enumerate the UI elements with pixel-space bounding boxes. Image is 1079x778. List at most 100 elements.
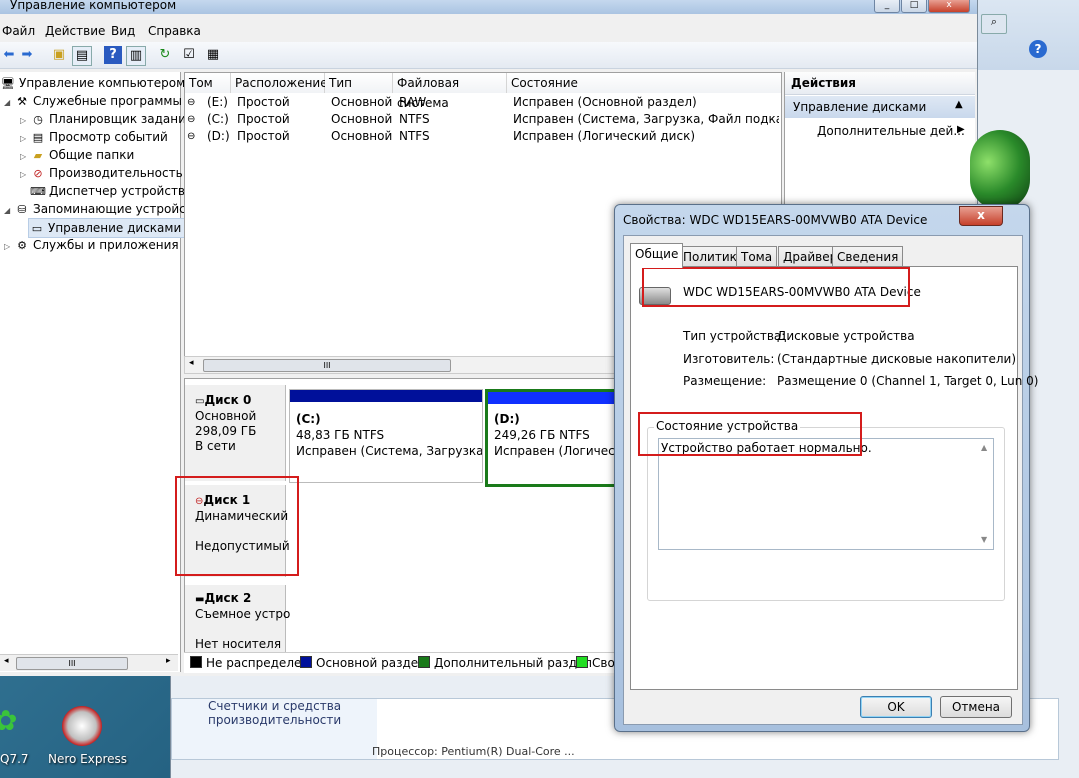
general-tab-page: WDC WD15EARS-00MVWB0 ATA Device Тип устр… (630, 266, 1038, 690)
disk-0-label[interactable]: ▭Диск 0 Основной 298,09 ГБ В сети (185, 385, 286, 481)
properties-icon[interactable]: ☑ (180, 46, 198, 64)
tab-general[interactable]: Общие (630, 243, 684, 268)
back-icon[interactable]: ⬅ (0, 46, 18, 64)
tab-volumes[interactable]: Тома (736, 246, 778, 267)
menu-help[interactable]: Справка (148, 24, 201, 38)
cell-layout: Простой (237, 95, 290, 109)
partition-c[interactable]: (C:) 48,83 ГБ NTFS Исправен (Система, За… (289, 389, 483, 483)
desktop-icon-label-nero[interactable]: Nero Express (48, 752, 127, 766)
background-link[interactable]: Счетчики и средства (208, 699, 341, 713)
menu-file[interactable]: Файл (2, 24, 35, 38)
column-header-status[interactable]: Состояние (507, 73, 781, 93)
export-icon[interactable]: ▦ (204, 46, 222, 64)
icq-icon[interactable]: ✿ (0, 700, 30, 740)
shared-folder-icon: ▰ (33, 148, 43, 162)
cell-volume: (C:) (207, 112, 229, 126)
cell-volume: (E:) (207, 95, 228, 109)
nero-express-icon[interactable] (62, 706, 102, 746)
expand-arrow-icon[interactable]: ▷ (4, 238, 14, 256)
search-icon[interactable]: ⌕ (981, 14, 1007, 34)
cell-filesystem: RAW (399, 95, 427, 109)
disk-2-label[interactable]: ▬Диск 2 Съемное устро Нет носителя (185, 585, 290, 657)
legend-label: Дополнительный раздел (434, 656, 592, 670)
help-icon[interactable]: ? (1029, 40, 1047, 58)
cell-layout: Простой (237, 129, 290, 143)
legend-swatch (300, 656, 312, 668)
partition-d[interactable]: (D:) 249,26 ГБ NTFS Исправен (Логически (485, 389, 631, 487)
cell-layout: Простой (237, 112, 290, 126)
table-row[interactable]: ⊖ (E:) Простой Основной RAW Исправен (Ос… (187, 94, 779, 111)
show-tree-icon[interactable]: ▤ (72, 46, 92, 66)
manufacturer-value: (Стандартные дисковые накопители) (777, 352, 1017, 366)
tree-item-services-apps[interactable]: ▷ ⚙ Службы и приложения (4, 236, 179, 254)
table-row[interactable]: ⊖ (C:) Простой Основной NTFS Исправен (С… (187, 111, 779, 128)
legend-unallocated: Не распределен (190, 656, 309, 670)
tree-item-task-scheduler[interactable]: ▷ ◷ Планировщик заданий (20, 110, 194, 128)
tree-horizontal-scrollbar[interactable]: ◂ III ▸ (0, 654, 178, 671)
tree-item-system-tools[interactable]: ◢ ⚒ Служебные программы (4, 92, 182, 110)
legend-free: Сво (576, 656, 615, 670)
dialog-close-button[interactable]: x (959, 206, 1003, 226)
collapse-arrow-icon[interactable]: ◢ (4, 94, 14, 112)
scroll-left-icon[interactable]: ◂ (4, 656, 9, 666)
actions-more-item[interactable]: Дополнительные дей... ▶ (785, 122, 975, 142)
minimize-button[interactable]: _ (874, 0, 900, 13)
disk-2-status: Нет носителя (195, 637, 282, 651)
manufacturer-label: Изготовитель: (683, 352, 775, 366)
tab-details[interactable]: Сведения (832, 246, 904, 267)
desktop-icon-label-q[interactable]: Q7.7 (0, 752, 29, 766)
tree-item-computer-management[interactable]: 🖥 Управление компьютером (л (0, 74, 201, 92)
ok-button[interactable]: OK (860, 696, 932, 718)
tree-label: Управление компьютером (л (19, 76, 202, 90)
action-pane-icon[interactable]: ▥ (126, 46, 146, 66)
scroll-up-icon[interactable]: ▲ (981, 443, 987, 452)
disk-2-type: Съемное устро (195, 607, 291, 621)
actions-section-disk-management[interactable]: Управление дисками ▲ (785, 96, 975, 118)
scroll-thumb[interactable]: III (203, 359, 451, 372)
tree-item-performance[interactable]: ▷ ⊘ Производительность (20, 164, 183, 182)
collapse-up-icon[interactable]: ▲ (955, 99, 963, 110)
window-titlebar[interactable]: Управление компьютером _ □ x (0, 0, 977, 14)
scroll-right-icon[interactable]: ▸ (166, 656, 171, 666)
up-folder-icon[interactable]: ▣ (50, 46, 68, 64)
tree-item-storage[interactable]: ◢ ⛁ Запоминающие устройст (4, 200, 193, 218)
actions-header: Действия (785, 72, 975, 95)
menu-action[interactable]: Действие (45, 24, 105, 38)
column-header-type[interactable]: Тип (325, 73, 393, 93)
cell-type: Основной (331, 95, 393, 109)
background-link-2[interactable]: производительности (208, 713, 341, 727)
help-toolbar-icon[interactable]: ? (104, 46, 122, 64)
table-row[interactable]: ⊖ (D:) Простой Основной NTFS Исправен (Л… (187, 128, 779, 145)
close-window-button[interactable]: x (928, 0, 970, 13)
cancel-button[interactable]: Отмена (940, 696, 1012, 718)
tree-item-disk-management[interactable]: ▭ Управление дисками (28, 218, 189, 238)
tree-item-shared-folders[interactable]: ▷ ▰ Общие папки (20, 146, 134, 164)
expand-arrow-icon[interactable]: ▷ (20, 166, 30, 184)
primary-partition-bar (290, 390, 482, 402)
collapse-arrow-icon[interactable]: ◢ (4, 202, 14, 220)
cell-volume: (D:) (207, 129, 230, 143)
scroll-left-icon[interactable]: ◂ (189, 358, 194, 368)
menu-view[interactable]: Вид (111, 24, 135, 38)
windows-logo-icon (970, 130, 1030, 210)
computer-icon: 🖥 (1, 76, 15, 90)
tree-item-device-manager[interactable]: ⌨ Диспетчер устройств (30, 182, 185, 200)
scroll-down-icon[interactable]: ▼ (981, 535, 987, 544)
volume-list-horizontal-scrollbar[interactable]: ◂ III (184, 356, 626, 374)
scroll-thumb[interactable]: III (16, 657, 128, 670)
maximize-button[interactable]: □ (901, 0, 927, 13)
tree-item-event-viewer[interactable]: ▷ ▤ Просмотр событий (20, 128, 168, 146)
console-tree: 🖥 Управление компьютером (л ◢ ⚒ Служебные п… (0, 72, 201, 672)
event-viewer-icon: ▤ (32, 130, 44, 144)
actions-section-label: Управление дисками (793, 100, 927, 114)
column-header-volume[interactable]: Том (185, 73, 231, 93)
forward-icon[interactable]: ➡ (18, 46, 36, 64)
column-header-layout[interactable]: Расположение (231, 73, 328, 93)
refresh-icon[interactable]: ↻ (156, 46, 174, 64)
location-value: Размещение 0 (Channel 1, Target 0, Lun 0… (777, 374, 1039, 388)
menu-bar: Файл Действие Вид Справка (0, 22, 977, 42)
cell-status: Исправен (Логический диск) (513, 129, 696, 143)
tree-label: Управление дисками (48, 221, 182, 235)
cell-filesystem: NTFS (399, 112, 430, 126)
column-header-filesystem[interactable]: Файловая система (393, 73, 507, 110)
